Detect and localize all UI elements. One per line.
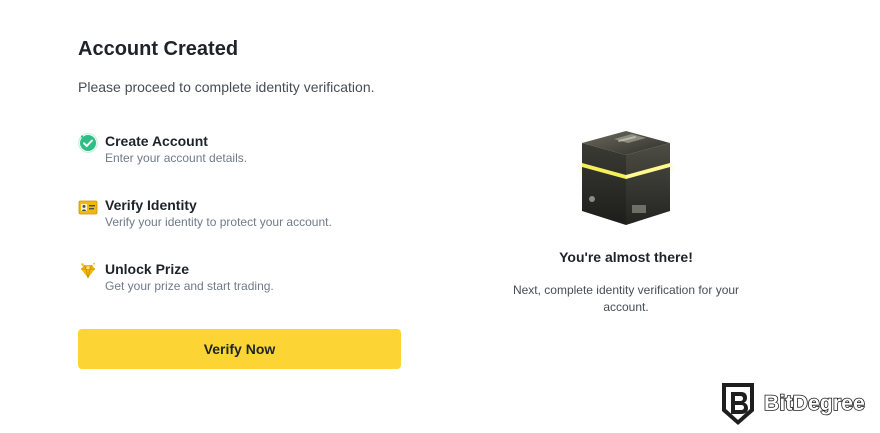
check-circle-icon: [78, 133, 98, 153]
step-description: Enter your account details.: [105, 151, 248, 165]
step-title: Unlock Prize: [105, 261, 190, 277]
step-title: Verify Identity: [105, 197, 197, 213]
gem-prize-icon: [81, 262, 95, 279]
promo-text: Next, complete identity verification for…: [512, 283, 740, 314]
mystery-box-icon: [576, 131, 676, 225]
step-title: Create Account: [105, 133, 208, 149]
bitdegree-shield-icon: [722, 383, 754, 425]
promo-heading: You're almost there!: [559, 249, 693, 265]
step-verify-identity: Verify Identity Verify your identity to …: [78, 197, 398, 237]
step-description: Get your prize and start trading.: [105, 279, 274, 293]
page-title: Account Created: [78, 38, 239, 60]
page-subtitle: Please proceed to complete identity veri…: [78, 79, 375, 95]
id-card-icon: [78, 200, 98, 215]
bitdegree-watermark: BitDegree: [720, 381, 875, 427]
bitdegree-wordmark: BitDegree: [763, 391, 865, 416]
step-unlock-prize: Unlock Prize Get your prize and start tr…: [78, 261, 398, 301]
step-create-account: Create Account Enter your account detail…: [78, 133, 398, 173]
verify-now-button[interactable]: Verify Now: [78, 329, 401, 369]
step-description: Verify your identity to protect your acc…: [105, 215, 332, 229]
